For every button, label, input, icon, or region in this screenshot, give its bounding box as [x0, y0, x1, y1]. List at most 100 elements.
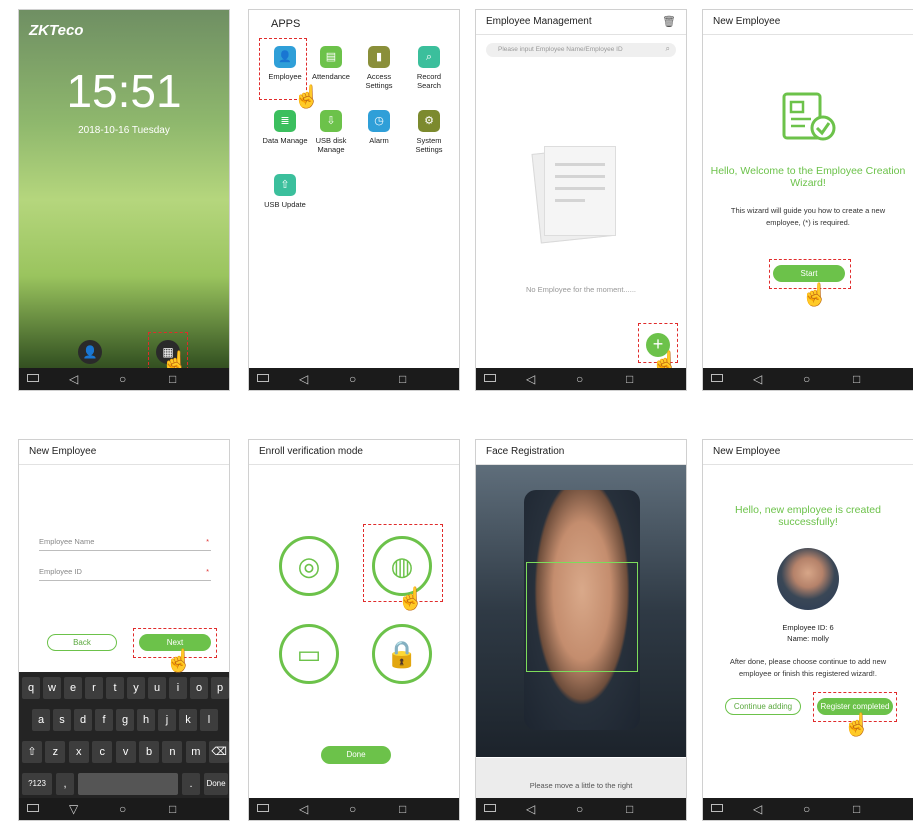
id-card-check-icon: [782, 92, 836, 141]
app-usb-disk-manage[interactable]: ⇩ USB disk Manage: [307, 110, 355, 154]
nav-bar: ▽ ○ □: [19, 798, 229, 820]
pointer-hand-icon: ☝: [293, 84, 321, 109]
key-n[interactable]: n: [162, 741, 183, 763]
home-icon[interactable]: ○: [349, 371, 356, 387]
employee-id-field[interactable]: Employee ID *: [39, 564, 211, 581]
lock-screen: ZKTeco 15:51 2018-10-16 Tuesday 👤 ▦ ☝ ◁ …: [18, 9, 230, 391]
clock-date: 2018-10-16 Tuesday: [78, 125, 170, 136]
back-icon[interactable]: ◁: [299, 371, 308, 387]
face-registration-screen: Face Registration Please move a little t…: [475, 439, 687, 821]
key-x[interactable]: x: [68, 741, 89, 763]
key-q[interactable]: q: [22, 677, 40, 699]
recent-apps-icon[interactable]: □: [853, 371, 860, 387]
back-icon[interactable]: ◁: [526, 371, 535, 387]
back-button[interactable]: Back: [47, 634, 117, 651]
home-icon[interactable]: ○: [349, 801, 356, 817]
registration-complete-screen: New Employee Hello, new employee is crea…: [702, 439, 913, 821]
key-w[interactable]: w: [43, 677, 61, 699]
back-icon[interactable]: ◁: [299, 801, 308, 817]
lock-icon[interactable]: 🔒: [372, 624, 432, 684]
key-f[interactable]: f: [95, 709, 113, 731]
key-comma[interactable]: ,: [56, 773, 74, 795]
key-y[interactable]: y: [127, 677, 145, 699]
key-period[interactable]: .: [182, 773, 200, 795]
key-special[interactable]: ⌫: [209, 741, 229, 763]
pointer-hand-icon: ☝: [843, 712, 871, 737]
clock-icon: ◷: [368, 110, 390, 132]
key-m[interactable]: m: [185, 741, 206, 763]
app-record-search[interactable]: ⌕ Record Search: [405, 46, 453, 90]
success-heading: Hello, new employee is created successfu…: [735, 504, 881, 528]
recent-apps-icon[interactable]: □: [399, 371, 406, 387]
key-done[interactable]: Done: [204, 773, 228, 795]
key-h[interactable]: h: [137, 709, 155, 731]
key-space[interactable]: [78, 773, 178, 795]
apps-screen: APPS 👤 Employee ▤ Attendance ▮ Access Setti…: [248, 9, 460, 391]
key-u[interactable]: u: [148, 677, 166, 699]
camera-icon: [27, 804, 39, 812]
calendar-icon: ▤: [320, 46, 342, 68]
document-illustration: [544, 146, 616, 236]
key-r[interactable]: r: [85, 677, 103, 699]
camera-icon: [257, 804, 269, 812]
recent-apps-icon[interactable]: □: [626, 371, 633, 387]
fingerprint-icon[interactable]: ◎: [279, 536, 339, 596]
back-icon[interactable]: ◁: [753, 801, 762, 817]
app-system-settings[interactable]: ⚙ System Settings: [405, 110, 453, 154]
nav-bar: ◁ ○ □: [249, 798, 459, 820]
home-icon[interactable]: ○: [803, 371, 810, 387]
recent-apps-icon[interactable]: □: [626, 801, 633, 817]
employee-name-field[interactable]: Employee Name *: [39, 534, 211, 551]
key-special[interactable]: ⇧: [22, 741, 42, 763]
key-l[interactable]: l: [200, 709, 218, 731]
key-o[interactable]: o: [190, 677, 208, 699]
recent-apps-icon[interactable]: □: [399, 801, 406, 817]
home-icon[interactable]: ○: [576, 371, 583, 387]
app-attendance[interactable]: ▤ Attendance: [307, 46, 355, 81]
key-a[interactable]: a: [32, 709, 50, 731]
new-employee-wizard-screen: New Employee Hello, Welcome to the Emplo…: [702, 9, 913, 391]
search-icon[interactable]: ⌕: [666, 44, 670, 54]
key-g[interactable]: g: [116, 709, 134, 731]
key-j[interactable]: j: [158, 709, 176, 731]
key-i[interactable]: i: [169, 677, 187, 699]
key-e[interactable]: e: [64, 677, 82, 699]
home-icon[interactable]: ○: [119, 371, 126, 387]
key-z[interactable]: z: [45, 741, 66, 763]
key-s[interactable]: s: [53, 709, 71, 731]
home-icon[interactable]: ○: [576, 801, 583, 817]
trash-icon[interactable]: 🗑: [662, 15, 676, 28]
recent-apps-icon[interactable]: □: [853, 801, 860, 817]
back-icon[interactable]: ◁: [69, 371, 78, 387]
key-p[interactable]: p: [211, 677, 229, 699]
key-t[interactable]: t: [106, 677, 124, 699]
back-icon[interactable]: ◁: [753, 371, 762, 387]
employee-form-screen: New Employee Employee Name * Employee ID *…: [18, 439, 230, 821]
nav-bar: ◁ ○ □: [476, 798, 686, 820]
done-button[interactable]: Done: [321, 746, 391, 764]
app-access-settings[interactable]: ▮ Access Settings: [355, 46, 403, 90]
back-icon[interactable]: ◁: [526, 801, 535, 817]
user-icon[interactable]: 👤: [78, 340, 102, 364]
home-icon[interactable]: ○: [119, 801, 126, 817]
face-detection-box: [526, 562, 638, 672]
continue-adding-button[interactable]: Continue adding: [725, 698, 801, 715]
employee-management-screen: Employee Management 🗑 Please input Emplo…: [475, 9, 687, 391]
recent-apps-icon[interactable]: □: [169, 371, 176, 387]
key-numbers[interactable]: ?123: [22, 773, 52, 795]
keyboard: qwertyuiop asdfghjkl ⇧ z x c v b n m ⌫ ?123 , . …: [19, 672, 229, 800]
back-icon[interactable]: ▽: [69, 801, 78, 817]
card-icon[interactable]: ▭: [279, 624, 339, 684]
app-alarm[interactable]: ◷ Alarm: [355, 110, 403, 145]
key-v[interactable]: v: [115, 741, 136, 763]
key-d[interactable]: d: [74, 709, 92, 731]
recent-apps-icon[interactable]: □: [169, 801, 176, 817]
page-title: Enroll verification mode: [249, 440, 459, 465]
app-data-manage[interactable]: ≣ Data Manage: [261, 110, 309, 145]
key-b[interactable]: b: [139, 741, 159, 763]
app-usb-update[interactable]: ⇧ USB Update: [261, 174, 309, 209]
search-input[interactable]: Please input Employee Name/Employee ID: [486, 43, 676, 57]
key-k[interactable]: k: [179, 709, 197, 731]
key-c[interactable]: c: [92, 741, 113, 763]
home-icon[interactable]: ○: [803, 801, 810, 817]
